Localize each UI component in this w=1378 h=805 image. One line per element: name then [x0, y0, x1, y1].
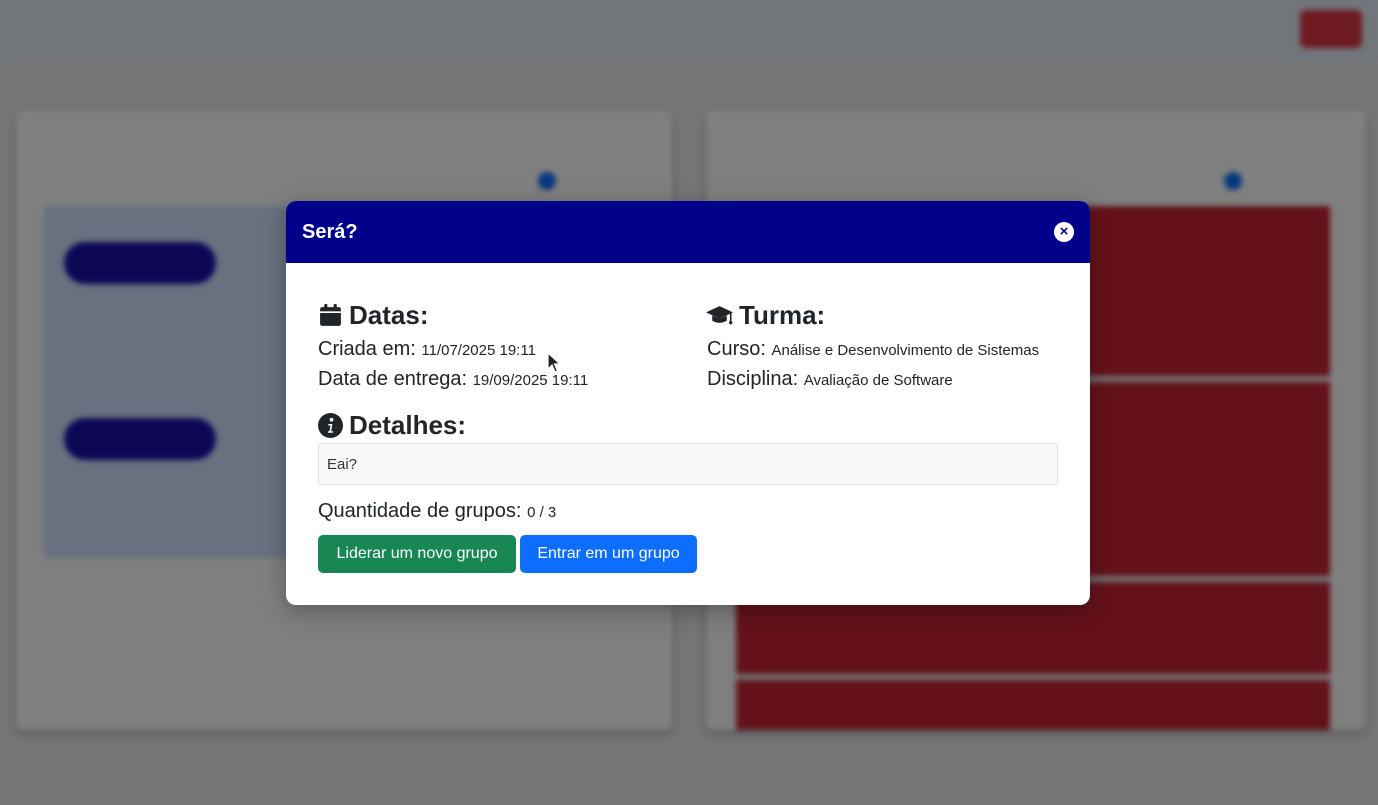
grupos-label: Quantidade de grupos: — [318, 500, 522, 522]
close-icon[interactable]: × — [1054, 222, 1074, 242]
curso-row: Curso: Análise e Desenvolvimento de Sist… — [707, 338, 1039, 361]
detalhes-heading: Detalhes: — [318, 409, 466, 441]
datas-heading-text: Datas: — [349, 299, 429, 330]
calendar-icon — [320, 303, 341, 326]
details-text-box: Eai? — [318, 443, 1058, 485]
turma-heading-text: Turma: — [739, 299, 826, 330]
entrega-value: 19/09/2025 19:11 — [472, 372, 589, 389]
detalhes-heading-text: Detalhes: — [349, 409, 467, 440]
mouse-cursor-icon — [547, 352, 561, 373]
criada-value: 11/07/2025 19:11 — [421, 342, 536, 359]
curso-label: Curso: — [707, 338, 766, 360]
disciplina-label: Disciplina: — [707, 368, 799, 390]
criada-label: Criada em: — [318, 338, 416, 360]
entrega-label: Data de entrega: — [318, 368, 467, 390]
join-group-button[interactable]: Entrar em um grupo — [520, 535, 697, 573]
info-circle-icon — [318, 412, 343, 438]
disciplina-row: Disciplina: Avaliação de Software — [707, 368, 953, 391]
datas-heading: Datas: — [318, 299, 428, 331]
modal-header: Será? × — [286, 201, 1090, 263]
graduation-cap-icon — [706, 305, 733, 324]
curso-value: Análise e Desenvolvimento de Sistemas — [771, 342, 1040, 359]
lead-new-group-button[interactable]: Liderar um novo grupo — [318, 535, 516, 573]
activity-modal: Será? × Datas: Criada em: 11/07/2025 19:… — [286, 201, 1090, 605]
turma-heading: Turma: — [706, 299, 825, 331]
criada-row: Criada em: 11/07/2025 19:11 — [318, 338, 536, 361]
modal-title: Será? — [302, 221, 358, 243]
grupos-row: Quantidade de grupos: 0 / 3 — [318, 500, 556, 523]
grupos-value: 0 / 3 — [527, 504, 557, 521]
disciplina-value: Avaliação de Software — [803, 372, 953, 389]
